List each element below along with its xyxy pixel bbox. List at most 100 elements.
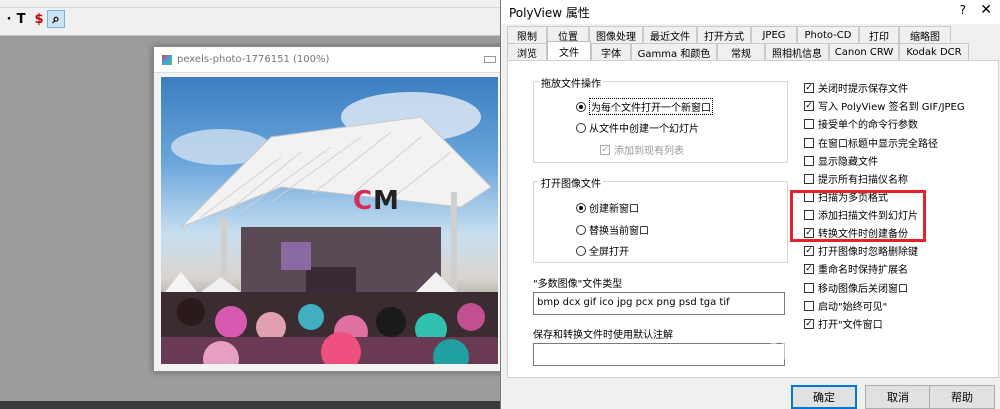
tab-photo-cd[interactable]: Photo-CD bbox=[797, 26, 859, 43]
image-window-title: pexels-photo-1776151 (100%) bbox=[177, 54, 330, 65]
checkbox-indicator bbox=[804, 282, 814, 293]
default-comment-label: 保存和转换文件时使用默认注解 bbox=[533, 330, 673, 341]
image-window[interactable]: pexels-photo-1776151 (100%) C M bbox=[153, 46, 505, 372]
tab-kodak-dcr[interactable]: Kodak DCR bbox=[899, 43, 969, 60]
checkbox-label: 移动图像后关闭窗口 bbox=[818, 284, 908, 295]
checkbox-indicator bbox=[804, 155, 814, 166]
checkbox-indicator bbox=[804, 300, 814, 311]
polyview-app: · T $ ⌕ pexels-photo-1776151 (100%) C M bbox=[0, 0, 505, 409]
check-prompt-save-on-close[interactable]: ✓ 关闭时提示保存文件 bbox=[804, 80, 908, 95]
tab-row-2: 浏览 文件 字体 Gamma 和颜色 常规 照相机信息 Canon CRW Ko… bbox=[507, 41, 969, 61]
checkbox-indicator: ✓ bbox=[804, 263, 814, 274]
check-prompt-scanner-names[interactable]: 提示所有扫描仪名称 bbox=[804, 171, 908, 186]
checkbox-label: 写入 PolyView 签名到 GIF/JPEG bbox=[818, 102, 965, 113]
svg-text:M: M bbox=[373, 186, 399, 216]
tab-browse[interactable]: 浏览 bbox=[507, 43, 547, 60]
open-image-group: 打开图像文件 创建新窗口 替换当前窗口 全屏打开 bbox=[533, 175, 788, 263]
status-bar bbox=[0, 401, 505, 409]
checkbox-label: 打开图像时忽略删除键 bbox=[818, 247, 918, 258]
concert-photo: C M bbox=[161, 77, 498, 364]
radio-create-slideshow[interactable]: 从文件中创建一个幻灯片 bbox=[576, 120, 699, 135]
check-write-signature[interactable]: ✓ 写入 PolyView 签名到 GIF/JPEG bbox=[804, 98, 965, 113]
minimize-icon[interactable] bbox=[484, 56, 496, 63]
checkbox-label: 添加扫描文件到幻灯片 bbox=[818, 211, 918, 222]
check-full-path-title[interactable]: 在窗口标题中显示完全路径 bbox=[804, 135, 938, 150]
stamp-icon[interactable]: $ bbox=[30, 10, 48, 28]
tab-gamma-color[interactable]: Gamma 和颜色 bbox=[631, 43, 717, 60]
checkbox-indicator bbox=[804, 137, 814, 148]
ok-button[interactable]: 确定 bbox=[791, 385, 857, 409]
multi-image-types-input[interactable]: bmp dcx gif ico jpg pcx png psd tga tif bbox=[533, 292, 785, 315]
checkbox-label: 显示隐藏文件 bbox=[818, 157, 878, 168]
toolbar: · T $ ⌕ bbox=[0, 0, 505, 36]
radio-label: 创建新窗口 bbox=[589, 204, 639, 215]
tab-font[interactable]: 字体 bbox=[591, 43, 631, 60]
tab-canon-crw[interactable]: Canon CRW bbox=[829, 43, 899, 60]
radio-label: 从文件中创建一个幻灯片 bbox=[589, 124, 699, 135]
checkbox-label: 转换文件时创建备份 bbox=[818, 229, 908, 240]
tab-thumbnails[interactable]: 缩略图 bbox=[899, 26, 951, 43]
checkbox-label: 重命名时保持扩展名 bbox=[818, 265, 908, 276]
tab-camera-info[interactable]: 照相机信息 bbox=[765, 43, 829, 60]
tab-jpeg[interactable]: JPEG bbox=[751, 26, 797, 43]
tab-file[interactable]: 文件 bbox=[547, 41, 591, 61]
checkbox-label: 在窗口标题中显示完全路径 bbox=[818, 139, 938, 150]
checkbox-indicator: ✓ bbox=[804, 82, 814, 93]
radio-create-new-window[interactable]: 创建新窗口 bbox=[576, 200, 639, 215]
check-add-to-list: ✓ 添加到现有列表 bbox=[600, 142, 684, 157]
checkbox-label: 关闭时提示保存文件 bbox=[818, 84, 908, 95]
help-icon[interactable]: ? bbox=[960, 3, 966, 17]
dialog-titlebar: PolyView 属性 ? ✕ bbox=[501, 0, 1000, 24]
check-scan-multipage[interactable]: 扫描为多页格式 bbox=[804, 189, 888, 204]
close-icon[interactable]: ✕ bbox=[980, 2, 992, 18]
text-tool-icon[interactable]: T bbox=[12, 10, 30, 28]
check-backup-on-convert[interactable]: ✓ 转换文件时创建备份 bbox=[804, 225, 908, 240]
radio-new-window-each[interactable]: 为每个文件打开一个新窗口 bbox=[576, 98, 713, 115]
tab-general[interactable]: 常规 bbox=[717, 43, 765, 60]
radio-indicator bbox=[576, 245, 586, 256]
tab-limits[interactable]: 限制 bbox=[507, 26, 547, 43]
radio-indicator bbox=[576, 224, 586, 235]
zoom-icon[interactable]: ⌕ bbox=[47, 10, 65, 28]
check-close-after-move[interactable]: 移动图像后关闭窗口 bbox=[804, 280, 908, 295]
svg-text:C: C bbox=[353, 186, 372, 216]
checkbox-label: 扫描为多页格式 bbox=[818, 193, 888, 204]
radio-label: 为每个文件打开一个新窗口 bbox=[589, 98, 713, 115]
cancel-button[interactable]: 取消 bbox=[865, 385, 931, 409]
open-image-legend: 打开图像文件 bbox=[539, 175, 603, 190]
radio-indicator bbox=[576, 122, 586, 133]
help-button[interactable]: 帮助 bbox=[929, 385, 995, 409]
checkbox-indicator: ✓ bbox=[804, 245, 814, 256]
checkbox-indicator bbox=[804, 209, 814, 220]
check-keep-extension[interactable]: ✓ 重命名时保持扩展名 bbox=[804, 261, 908, 276]
radio-fullscreen[interactable]: 全屏打开 bbox=[576, 243, 629, 258]
check-add-scan-to-slideshow[interactable]: 添加扫描文件到幻灯片 bbox=[804, 207, 918, 222]
check-ignore-delete-key[interactable]: ✓ 打开图像时忽略删除键 bbox=[804, 243, 918, 258]
image-window-titlebar[interactable]: pexels-photo-1776151 (100%) bbox=[154, 47, 504, 73]
checkbox-label: 接受单个的命令行参数 bbox=[818, 120, 918, 131]
radio-label: 全屏打开 bbox=[589, 247, 629, 258]
tab-open-mode[interactable]: 打开方式 bbox=[697, 26, 751, 43]
checkbox-label: 启动"始终可见" bbox=[818, 302, 888, 313]
check-always-visible[interactable]: 启动"始终可见" bbox=[804, 298, 887, 313]
check-single-cmdline-arg[interactable]: 接受单个的命令行参数 bbox=[804, 116, 918, 131]
drag-drop-group: 拖放文件操作 为每个文件打开一个新窗口 从文件中创建一个幻灯片 ✓ 添加到现有列… bbox=[533, 75, 788, 163]
radio-indicator bbox=[576, 101, 586, 112]
radio-replace-window[interactable]: 替换当前窗口 bbox=[576, 222, 649, 237]
checkbox-label: 添加到现有列表 bbox=[614, 146, 684, 157]
baidu-watermark-url: jingyan.baidu.com bbox=[765, 365, 867, 378]
image-file-icon bbox=[162, 55, 172, 65]
tab-print[interactable]: 打印 bbox=[859, 26, 899, 43]
check-show-hidden-files[interactable]: 显示隐藏文件 bbox=[804, 153, 878, 168]
concert-scene: C M bbox=[161, 92, 498, 364]
checkbox-indicator bbox=[804, 173, 814, 184]
checkbox-indicator: ✓ bbox=[600, 144, 610, 155]
multi-image-label: "多数图像"文件类型 bbox=[533, 279, 623, 290]
dialog-title: PolyView 属性 bbox=[509, 6, 590, 20]
tab-recent-files[interactable]: 最近文件 bbox=[643, 26, 697, 43]
tab-image-processing[interactable]: 图像处理 bbox=[589, 26, 643, 43]
radio-label: 替换当前窗口 bbox=[589, 226, 649, 237]
default-comment-input[interactable] bbox=[533, 343, 785, 366]
checkbox-label: 提示所有扫描仪名称 bbox=[818, 175, 908, 186]
drag-drop-legend: 拖放文件操作 bbox=[539, 75, 603, 90]
